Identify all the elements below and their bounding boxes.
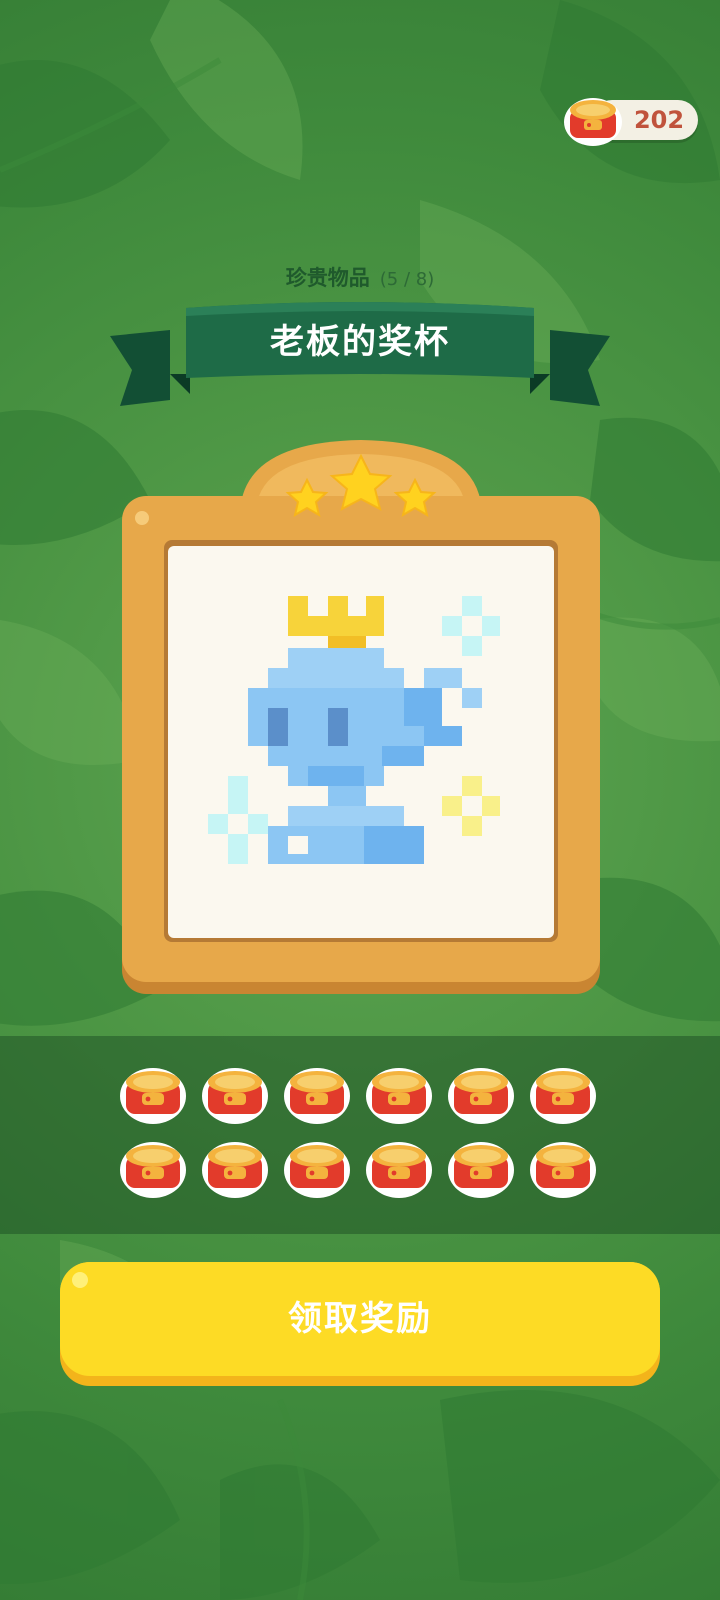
claim-reward-button[interactable]: 领取奖励 (60, 1262, 660, 1386)
cat-food-can-icon (282, 1062, 352, 1130)
cat-food-can-icon (446, 1136, 516, 1204)
cat-food-can-icon (364, 1062, 434, 1130)
collection-category: 珍贵物品 (285, 266, 370, 290)
cat-food-can-icon (562, 92, 624, 152)
collection-header: 珍贵物品 (5 / 8) (0, 262, 720, 292)
cat-food-can-icon (364, 1136, 434, 1204)
item-title: 老板的奖杯 (270, 322, 450, 362)
cat-food-can-icon (118, 1062, 188, 1130)
currency-amount: 202 (633, 106, 685, 134)
cat-food-can-icon (200, 1136, 270, 1204)
currency-counter[interactable]: 202 (562, 98, 698, 146)
collection-progress: (5 / 8) (379, 269, 435, 290)
cat-food-can-icon (282, 1136, 352, 1204)
cat-food-can-icon (528, 1062, 598, 1130)
item-frame (122, 436, 600, 1000)
claim-button-label: 领取奖励 (288, 1299, 432, 1339)
cat-food-can-icon (118, 1136, 188, 1204)
reward-band (0, 1036, 720, 1234)
cat-food-can-icon (528, 1136, 598, 1204)
cat-food-can-icon (446, 1062, 516, 1130)
cat-food-can-icon (200, 1062, 270, 1130)
